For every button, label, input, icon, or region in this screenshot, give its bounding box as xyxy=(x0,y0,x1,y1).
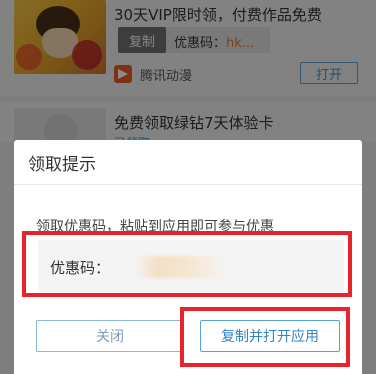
claim-dialog: 领取提示 领取优惠码，粘贴到应用即可参与优惠 优惠码： 关闭 复制并打开应用 xyxy=(14,140,362,374)
dialog-title: 领取提示 xyxy=(28,155,96,175)
close-button[interactable]: 关闭 xyxy=(36,320,184,352)
highlight-box-button xyxy=(180,307,350,367)
divider xyxy=(14,184,362,185)
highlight-box-code xyxy=(22,231,352,297)
